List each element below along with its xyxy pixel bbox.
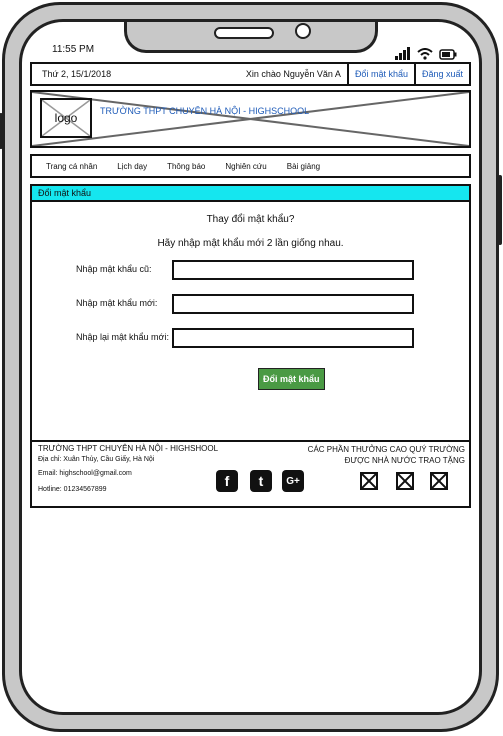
awards-line-2: ĐƯỢC NHÀ NƯỚC TRAO TẶNG xyxy=(344,456,465,465)
form-hint: Hãy nhập mật khẩu mới 2 lần giống nhau. xyxy=(157,238,344,249)
status-time: 11:55 PM xyxy=(52,44,95,55)
new-password-label: Nhập mật khẩu mới: xyxy=(76,298,158,308)
award-image-1 xyxy=(360,472,378,490)
current-date: Thứ 2, 15/1/2018 xyxy=(42,69,112,79)
footer-email: Email: highschool@gmail.com xyxy=(38,470,132,477)
awards-text: CÁC PHẦN THƯỞNG CAO QUÝ TRƯỜNG ĐƯỢC NHÀ … xyxy=(308,444,465,466)
form-question: Thay đổi mật khẩu? xyxy=(206,214,295,225)
nav-item-research[interactable]: Nghiên cứu xyxy=(225,162,266,171)
award-image-3 xyxy=(430,472,448,490)
footer-hotline: Hotline: 01234567899 xyxy=(38,486,107,493)
phone-notch xyxy=(124,22,378,53)
new-password-input[interactable] xyxy=(172,294,414,314)
banner-placeholder xyxy=(32,92,469,146)
old-password-input[interactable] xyxy=(172,260,414,280)
tumblr-icon[interactable]: t xyxy=(250,470,272,492)
section-title: Đổi mật khẩu xyxy=(38,188,92,198)
change-password-link[interactable]: Đổi mật khẩu xyxy=(346,64,414,84)
logout-link[interactable]: Đăng xuất xyxy=(413,64,469,84)
nav-item-profile[interactable]: Trang cá nhân xyxy=(46,162,97,171)
top-bar: Thứ 2, 15/1/2018 Xin chào Nguyễn Văn A Đ… xyxy=(30,62,471,86)
camera xyxy=(295,23,311,39)
wifi-icon xyxy=(417,48,433,60)
awards-line-1: CÁC PHẦN THƯỞNG CAO QUÝ TRƯỜNG xyxy=(307,445,465,454)
signal-icon xyxy=(395,42,411,60)
facebook-icon[interactable]: f xyxy=(216,470,238,492)
side-button-left xyxy=(0,113,3,149)
main-nav: Trang cá nhân Lịch dạy Thông báo Nghiên … xyxy=(30,154,471,178)
web-page: Thứ 2, 15/1/2018 Xin chào Nguyễn Văn A Đ… xyxy=(30,62,471,508)
section-title-bar: Đổi mật khẩu xyxy=(30,184,471,202)
site-title[interactable]: TRƯỜNG THPT CHUYÊN HÀ NỘI - HIGHSCHOOL xyxy=(100,106,309,116)
google-plus-icon[interactable]: G+ xyxy=(282,470,304,492)
phone-frame: 11:55 PM Thứ 2, 15/1/2018 Xin chào Nguyễ… xyxy=(0,2,502,732)
status-icons xyxy=(395,42,457,60)
confirm-password-label: Nhập lại mật khẩu mới: xyxy=(76,332,169,342)
site-header: logo TRƯỜNG THPT CHUYÊN HÀ NỘI - HIGHSCH… xyxy=(30,90,471,148)
footer-school: TRƯỜNG THPT CHUYÊN HÀ NỘI - HIGHSHOOL xyxy=(38,444,219,453)
nav-item-notifications[interactable]: Thông báo xyxy=(167,162,205,171)
footer-address: Địa chỉ: Xuân Thủy, Cầu Giấy, Hà Nội xyxy=(38,456,155,463)
greeting: Xin chào Nguyễn Văn A xyxy=(245,69,341,79)
award-image-2 xyxy=(396,472,414,490)
logo-text: logo xyxy=(54,111,78,125)
logo[interactable]: logo xyxy=(40,98,92,138)
nav-item-schedule[interactable]: Lịch dạy xyxy=(117,162,147,171)
change-password-form: Thay đổi mật khẩu? Hãy nhập mật khẩu mới… xyxy=(30,202,471,442)
side-button-right xyxy=(498,175,502,245)
battery-icon xyxy=(439,49,457,60)
site-footer: TRƯỜNG THPT CHUYÊN HÀ NỘI - HIGHSHOOL Đị… xyxy=(30,442,471,508)
change-password-button[interactable]: Đổi mật khẩu xyxy=(258,368,325,390)
nav-item-lectures[interactable]: Bài giảng xyxy=(287,162,320,171)
speaker xyxy=(214,27,274,39)
confirm-password-input[interactable] xyxy=(172,328,414,348)
old-password-label: Nhập mật khẩu cũ: xyxy=(76,264,152,274)
phone-screen: 11:55 PM Thứ 2, 15/1/2018 Xin chào Nguyễ… xyxy=(19,19,482,715)
